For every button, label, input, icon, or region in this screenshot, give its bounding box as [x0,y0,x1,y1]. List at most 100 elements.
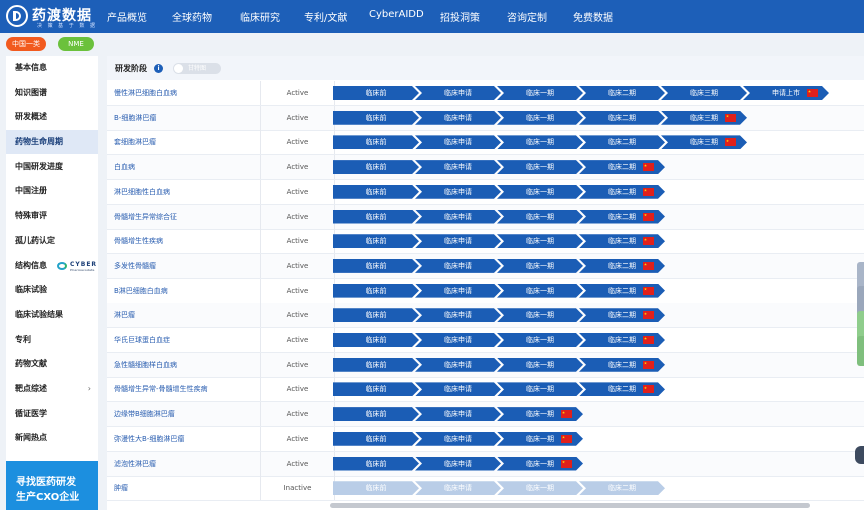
stage-segment: 临床二期 [579,135,665,149]
status-cell: Active [260,130,335,155]
china-flag-icon [561,434,572,443]
indication-link[interactable]: 肿瘤 [114,483,128,493]
stage-segment: 临床申请 [415,407,501,421]
indication-link[interactable]: 多发性骨髓瘤 [114,261,156,271]
sidebar-item-trial-results[interactable]: 临床试验结果 [6,303,98,327]
china-flag-icon [643,237,654,246]
china-flag-icon [643,163,654,172]
sidebar-item-knowledge-graph[interactable]: 知识图谱 [6,81,98,105]
sidebar-item-structure[interactable]: 结构信息 CYBER Pharmacodata [6,254,98,278]
indication-link[interactable]: 边缘带B细胞淋巴瘤 [114,409,175,419]
badge-nme: NME [58,37,94,51]
sidebar-item-label: 结构信息 [15,261,47,270]
indication-link[interactable]: 骨髓增生性疾病 [114,236,163,246]
china-flag-icon [561,410,572,419]
sidebar-item-clinical-trials[interactable]: 临床试验 [6,278,98,302]
stage-segment: 临床申请 [415,457,501,471]
nav-item-bidding[interactable]: 招投洞策 [440,9,480,24]
stage-segment: 临床一期 [497,135,583,149]
stage-segment: 临床二期 [579,111,665,125]
stage-segment: 临床三期 [661,86,747,100]
promo-banner-cxo[interactable]: 寻找医药研发 生产CXO企业 [6,461,98,510]
table-row: 淋巴瘤 Active 临床前 临床申请 临床一期 临床二期 [107,303,864,329]
cyber-pharmacodata-logo[interactable]: CYBER Pharmacodata [57,261,99,273]
nav-item-clinical[interactable]: 临床研究 [240,9,280,24]
stage-segment: 临床前 [333,432,419,446]
status-cell: Active [260,278,335,303]
nav-item-consulting[interactable]: 咨询定制 [507,9,547,24]
indication-link[interactable]: B-细胞淋巴瘤 [114,113,156,123]
stage-segment: 临床前 [333,111,419,125]
indication-link[interactable]: 骨髓增生异常综合征 [114,212,177,222]
table-row: 套细胞淋巴瘤 Active 临床前 临床申请 临床一期 临床二期 临床三期 [107,130,864,156]
sidebar-item-rd-overview[interactable]: 研发概述 [6,105,98,129]
status-cell: Active [260,253,335,278]
sidebar-item-news[interactable]: 新闻热点 [6,426,98,450]
china-flag-icon [807,89,818,97]
nav-item-global-drugs[interactable]: 全球药物 [172,9,212,24]
stage-segment: 临床申请 [415,160,501,174]
stage-segment: 临床前 [333,135,419,149]
nav-item-cyberaidd[interactable]: CyberAIDD [369,9,424,20]
china-flag-icon [643,286,654,295]
sidebar-item-special-review[interactable]: 特殊审评 [6,204,98,228]
china-flag-icon [643,360,654,369]
china-flag-icon [643,385,654,394]
info-icon[interactable]: i [154,64,163,73]
sidebar-item-label: 靶点综述 [15,384,47,393]
top-nav-bar: 药渡数据 决 策 基 于 数 据 产品概览 全球药物 临床研究 专利/文献 Cy… [0,0,864,33]
stage-segment: 临床申请 [415,358,501,372]
sidebar-item-lifecycle[interactable]: 药物生命周期 [6,130,98,154]
stage-segment: 临床一期 [497,284,583,298]
stage-segment: 临床二期 [579,86,665,100]
nav-item-free-data[interactable]: 免费数据 [573,9,613,24]
indication-link[interactable]: 慢性淋巴细胞白血病 [114,88,177,98]
stage-segment: 临床前 [333,407,419,421]
indication-link[interactable]: 淋巴瘤 [114,310,135,320]
indication-link[interactable]: 白血病 [114,162,135,172]
sidebar-item-orphan-drug[interactable]: 孤儿药认定 [6,229,98,253]
stage-segment: 临床申请 [415,481,501,495]
sidebar-item-china-progress[interactable]: 中国研发进度 [6,155,98,179]
stage-segment: 临床申请 [415,86,501,100]
table-row: 弥漫性大B-细胞淋巴瘤 Active 临床前 临床申请 临床一期 [107,426,864,452]
stage-segment: 临床一期 [497,333,583,347]
indication-link[interactable]: 套细胞淋巴瘤 [114,137,156,147]
sidebar-item-basic-info[interactable]: 基本信息 [6,56,98,80]
sidebar-item-target-review[interactable]: 靶点综述 › [6,377,98,401]
stage-segment: 临床申请 [415,382,501,396]
indication-link[interactable]: 骨髓增生异常-骨髓增生性疾病 [114,384,208,394]
china-flag-icon [643,336,654,344]
side-tab-4[interactable] [857,336,864,366]
nav-item-patents[interactable]: 专利/文献 [304,9,347,24]
toggle-knob [174,64,183,73]
table-row: 骨髓增生异常综合征 Active 临床前 临床申请 临床一期 临床二期 [107,204,864,230]
indication-link[interactable]: 滤泡性淋巴瘤 [114,459,156,469]
lifecycle-panel: 研发阶段 i 甘特图 慢性淋巴细胞白血病 Active 临床前 临床申请 临床一期 临床二… [107,56,864,510]
chevron-right-icon: › [87,384,91,393]
stage-segment: 临床前 [333,333,419,347]
stage-segment: 临床申请 [415,308,501,322]
gantt-toggle[interactable]: 甘特图 [173,63,221,74]
cyber-logo-brand: CYBER [70,261,98,268]
nav-item-overview[interactable]: 产品概览 [107,9,147,24]
horizontal-scrollbar[interactable] [330,503,810,508]
stage-segment: 临床前 [333,481,419,495]
sidebar-item-patents[interactable]: 专利 [6,328,98,352]
stage-segment: 临床二期 [579,481,665,495]
indication-link[interactable]: 急性髓细胞样白血病 [114,360,177,370]
brand-logo[interactable]: 药渡数据 决 策 基 于 数 据 [6,4,96,29]
stage-segment: 临床申请 [415,210,501,224]
status-cell: Active [260,328,335,352]
indication-link[interactable]: 弥漫性大B-细胞淋巴瘤 [114,434,184,444]
indication-link[interactable]: B淋巴细胞白血病 [114,286,168,296]
indication-link[interactable]: 华氏巨球蛋白血症 [114,335,170,345]
sidebar-item-literature[interactable]: 药物文献 [6,352,98,376]
section-title: 研发阶段 [115,64,147,73]
chat-avatar-icon[interactable] [855,446,864,464]
sidebar-item-china-registration[interactable]: 中国注册 [6,179,98,203]
sidebar-item-evidence[interactable]: 循证医学 [6,402,98,426]
indication-link[interactable]: 淋巴细胞性白血病 [114,187,170,197]
china-flag-icon [643,261,654,270]
toggle-label: 甘特图 [188,65,207,72]
